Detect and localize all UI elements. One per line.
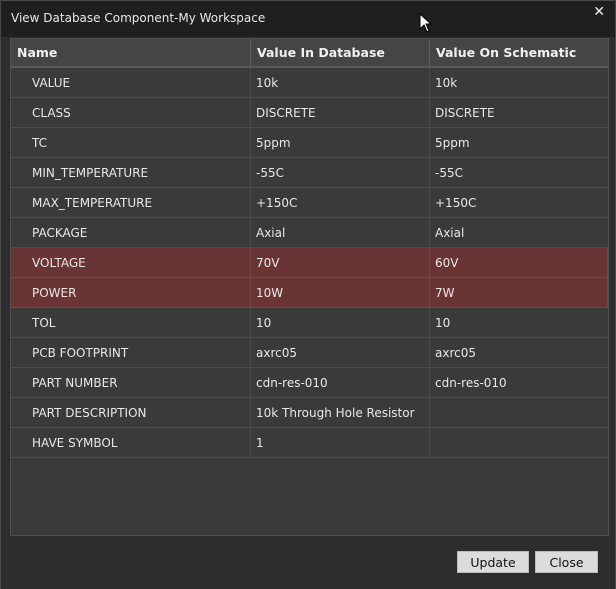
table-row[interactable]: HAVE SYMBOL 1 bbox=[11, 428, 608, 458]
cell-name: HAVE SYMBOL bbox=[11, 428, 251, 457]
cell-name: PACKAGE bbox=[11, 218, 251, 247]
cell-name: POWER bbox=[11, 278, 251, 307]
cell-value-in-database: 70V bbox=[251, 248, 430, 277]
table-row[interactable]: PART NUMBER cdn-res-010 cdn-res-010 bbox=[11, 368, 608, 398]
cell-value-on-schematic: cdn-res-010 bbox=[435, 375, 507, 390]
cell-name: VOLTAGE bbox=[11, 248, 251, 277]
cell-value-in-database: DISCRETE bbox=[251, 98, 430, 127]
dialog-window: View Database Component-My Workspace ✕ N… bbox=[0, 0, 616, 589]
cell-name: TC bbox=[11, 128, 251, 157]
cell-name: PCB FOOTPRINT bbox=[11, 338, 251, 367]
cell-name: PART DESCRIPTION bbox=[11, 398, 251, 427]
cell-value-in-database: cdn-res-010 bbox=[251, 368, 430, 397]
cell-value-in-database: axrc05 bbox=[251, 338, 430, 367]
cell-value-on-schematic bbox=[430, 398, 608, 427]
column-header-value-in-database[interactable]: Value In Database bbox=[251, 39, 430, 66]
window-title: View Database Component-My Workspace bbox=[11, 11, 266, 25]
cell-name: CLASS bbox=[11, 98, 251, 127]
cell-value-on-schematic: 7W bbox=[430, 278, 608, 307]
table-row[interactable]: MAX_TEMPERATURE +150C +150C bbox=[11, 188, 608, 218]
table-row[interactable]: MIN_TEMPERATURE -55C -55C bbox=[11, 158, 608, 188]
column-header-name[interactable]: Name bbox=[11, 39, 251, 66]
cell-value-on-schematic: 5ppm bbox=[435, 135, 470, 150]
cell-value-on-schematic: DISCRETE bbox=[435, 105, 495, 120]
cell-value-in-database: 5ppm bbox=[251, 128, 430, 157]
table-row[interactable]: CLASS DISCRETE DISCRETE bbox=[11, 98, 608, 128]
table-row[interactable]: TC 5ppm 5ppm bbox=[11, 128, 608, 158]
column-header-value-on-schematic[interactable]: Value On Schematic bbox=[430, 39, 608, 66]
mouse-pointer-icon bbox=[419, 13, 433, 33]
cell-value-on-schematic: 10 bbox=[435, 315, 451, 330]
title-bar[interactable]: View Database Component-My Workspace ✕ bbox=[1, 1, 615, 37]
dialog-footer: Update Close bbox=[1, 537, 615, 589]
table-row[interactable]: PART DESCRIPTION 10k Through Hole Resisto… bbox=[11, 398, 608, 428]
cell-value-in-database: +150C bbox=[251, 188, 430, 217]
table-header: Name Value In Database Value On Schemati… bbox=[11, 39, 608, 68]
close-icon[interactable]: ✕ bbox=[593, 4, 605, 20]
update-button[interactable]: Update bbox=[457, 551, 529, 573]
cell-value-in-database: 10k Through Hole Resistor bbox=[251, 398, 430, 427]
table-row[interactable]: TOL 10 10 bbox=[11, 308, 608, 338]
cell-name: VALUE bbox=[11, 68, 251, 97]
cell-value-in-database: 1 bbox=[251, 428, 430, 457]
cell-name: PART NUMBER bbox=[11, 368, 251, 397]
table-row-mismatch[interactable]: POWER 10W 7W bbox=[11, 278, 608, 308]
cell-name: MAX_TEMPERATURE bbox=[11, 188, 251, 217]
properties-table: Name Value In Database Value On Schemati… bbox=[10, 38, 609, 536]
close-button[interactable]: Close bbox=[535, 551, 598, 573]
cell-value-in-database: -55C bbox=[251, 158, 430, 187]
cell-value-in-database: 10 bbox=[251, 308, 430, 337]
cell-value-on-schematic: axrc05 bbox=[435, 345, 476, 360]
cell-value-on-schematic bbox=[430, 428, 608, 457]
cell-value-on-schematic: 10k bbox=[435, 75, 458, 90]
cell-value-on-schematic: -55C bbox=[435, 165, 463, 180]
table-body: VALUE 10k 10k CLASS DISCRETE DISCRETE TC 5ppm 5p… bbox=[11, 68, 608, 458]
cell-name: TOL bbox=[11, 308, 251, 337]
table-row[interactable]: PACKAGE Axial Axial bbox=[11, 218, 608, 248]
table-row-mismatch[interactable]: VOLTAGE 70V 60V bbox=[11, 248, 608, 278]
cell-value-on-schematic: +150C bbox=[435, 195, 477, 210]
cell-value-in-database: 10W bbox=[251, 278, 430, 307]
cell-value-on-schematic: 60V bbox=[430, 248, 608, 277]
table-row[interactable]: PCB FOOTPRINT axrc05 axrc05 bbox=[11, 338, 608, 368]
cell-value-on-schematic: Axial bbox=[435, 225, 465, 240]
cell-value-in-database: Axial bbox=[251, 218, 430, 247]
table-row[interactable]: VALUE 10k 10k bbox=[11, 68, 608, 98]
cell-value-in-database: 10k bbox=[251, 68, 430, 97]
cell-name: MIN_TEMPERATURE bbox=[11, 158, 251, 187]
